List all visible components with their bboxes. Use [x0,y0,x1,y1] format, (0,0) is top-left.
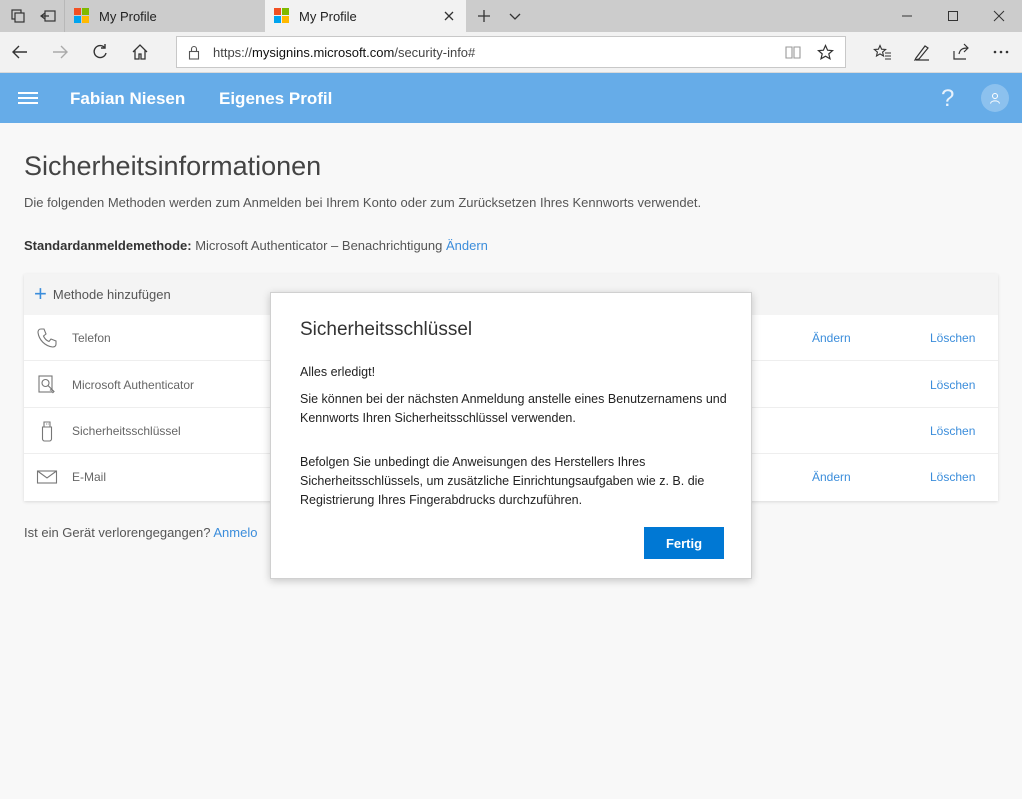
lock-icon[interactable] [188,45,200,60]
delete-link[interactable]: Löschen [930,424,975,438]
user-name: Fabian Niesen [70,89,186,108]
set-tabs-aside-icon[interactable] [40,8,56,24]
page-description: Die folgenden Methoden werden zum Anmeld… [24,195,702,210]
url-path: /security-info# [394,45,476,60]
tab-preview-chevron-icon[interactable] [507,8,523,24]
tab-inactive[interactable]: My Profile [64,0,264,32]
share-icon[interactable] [951,42,971,62]
nav-my-profile[interactable]: Eigenes Profil [219,89,332,109]
microsoft-logo-icon [274,8,290,24]
browser-tab-bar: My Profile My Profile [0,0,1022,32]
done-button[interactable]: Fertig [644,527,724,559]
dialog-title: Sicherheitsschlüssel [300,319,473,340]
tab-title: My Profile [299,8,357,24]
user-icon [990,93,1000,104]
method-label: E-Mail [72,470,107,484]
tab-manager-icon[interactable] [10,8,26,24]
new-tab-icon[interactable] [476,8,492,24]
method-label: Microsoft Authenticator [72,378,195,392]
delete-link[interactable]: Löschen [930,331,975,345]
method-label: Sicherheitsschlüssel [72,424,181,438]
minimize-button[interactable] [884,0,930,32]
tab-title: My Profile [99,8,157,24]
change-link[interactable]: Ändern [812,470,851,484]
maximize-button[interactable] [930,0,976,32]
favorites-hub-icon[interactable] [872,42,892,62]
authenticator-icon [38,375,55,394]
add-method-button[interactable]: + Methode hinzufügen [34,281,171,306]
close-tab-icon[interactable] [442,9,456,23]
default-sign-in-method: Standardanmeldemethode: Microsoft Authen… [24,238,488,253]
delete-link[interactable]: Löschen [930,470,975,484]
help-icon[interactable]: ? [941,85,954,113]
default-method-value: Microsoft Authenticator – Benachrichtigu… [195,238,443,253]
url-prefix: https:// [213,45,253,60]
dialog-manufacturer-text: Befolgen Sie unbedingt die Anweisungen d… [300,455,705,507]
plus-icon: + [34,281,47,306]
lost-device-question: Ist ein Gerät verlorengegangen? [24,525,211,540]
more-options-icon[interactable] [991,42,1011,62]
url-host: mysignins.microsoft.com [252,45,395,60]
dialog-success-text: Alles erledigt! [300,365,376,379]
reading-view-icon[interactable] [785,45,801,60]
address-toolbar: https://mysignins.microsoft.com/security… [0,32,1022,73]
lost-device-link[interactable]: Anmelo [213,525,257,540]
favorite-star-icon[interactable] [817,44,834,61]
add-method-label: Methode hinzufügen [52,286,171,302]
phone-icon [37,328,57,348]
hamburger-menu-icon[interactable] [18,92,38,104]
url-text: https://mysignins.microsoft.com/security… [213,45,475,60]
security-key-dialog: Sicherheitsschlüssel Alles erledigt! Sie… [270,292,752,579]
home-icon[interactable] [130,42,150,62]
app-header: Fabian Niesen Eigenes Profil ? [0,73,1022,123]
lost-device-text: Ist ein Gerät verlorengegangen? Anmelo [24,525,257,540]
pen-notes-icon[interactable] [912,42,932,62]
change-link[interactable]: Ändern [812,331,851,345]
address-bar[interactable]: https://mysignins.microsoft.com/security… [176,36,846,68]
page-title: Sicherheitsinformationen [24,151,322,181]
dialog-instruction-text: Sie können bei der nächsten Anmeldung an… [300,392,727,425]
change-default-method-link[interactable]: Ändern [446,238,488,253]
forward-arrow-icon[interactable] [50,42,70,62]
mail-icon [36,470,58,484]
delete-link[interactable]: Löschen [930,378,975,392]
refresh-icon[interactable] [90,42,110,62]
method-label: Telefon [72,331,111,345]
avatar[interactable] [981,84,1009,112]
tab-active[interactable]: My Profile [265,0,466,32]
usb-key-icon [41,421,53,442]
back-arrow-icon[interactable] [10,42,30,62]
microsoft-logo-icon [74,8,90,24]
close-window-button[interactable] [976,0,1022,32]
default-method-label: Standardanmeldemethode: [24,238,192,253]
